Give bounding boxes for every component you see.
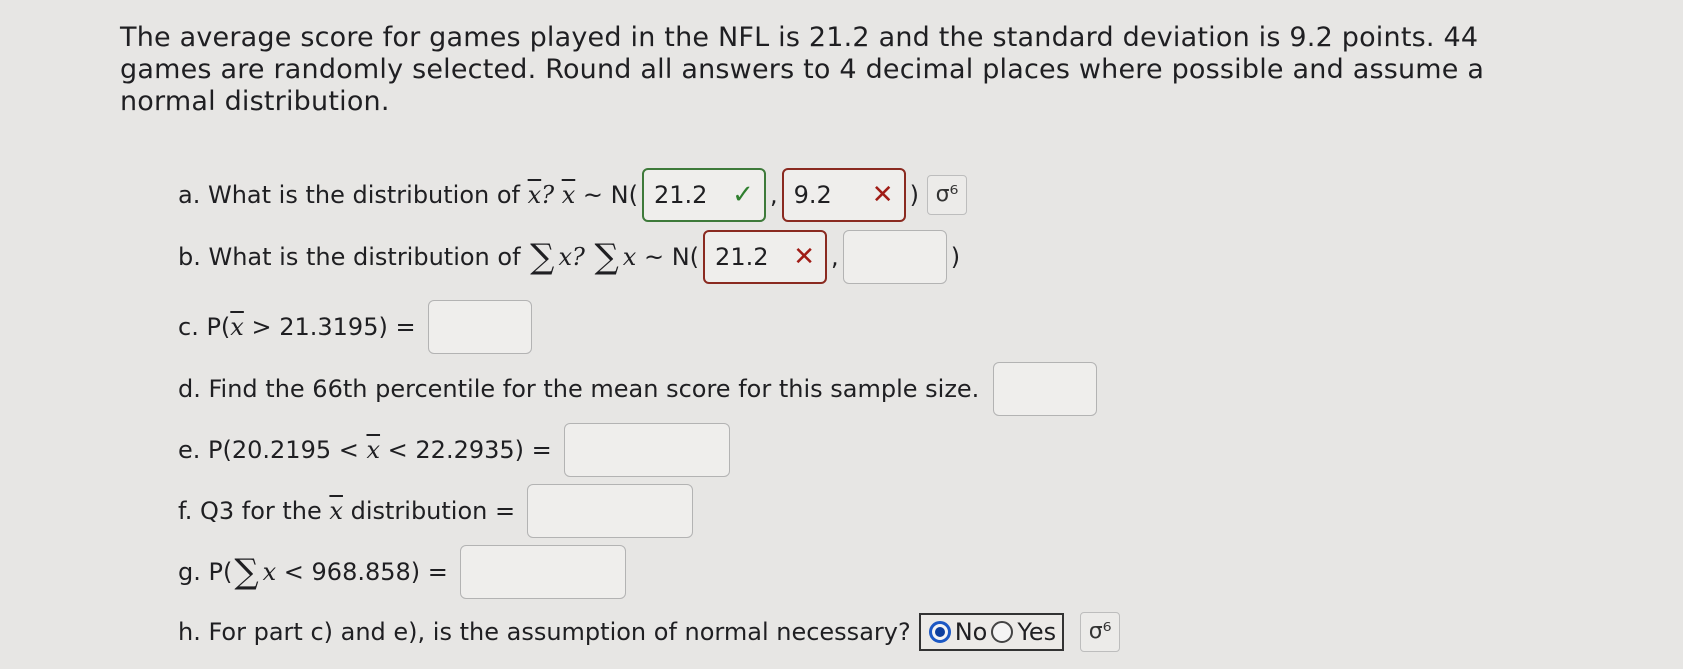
radio-yes-label[interactable]: Yes — [1017, 617, 1056, 647]
question-f: f. Q3 for the x distribution = — [178, 484, 697, 538]
a-sd-input[interactable]: 9.2 ✕ — [781, 168, 906, 222]
xbar-symbol: x — [329, 497, 343, 525]
x-symbol: x — [622, 243, 637, 271]
question-a-label: a. What is the distribution of — [178, 181, 520, 209]
cross-icon: ✕ — [793, 242, 816, 272]
question-mark: ? — [572, 243, 585, 271]
question-d-label: d. Find the 66th percentile for the mean… — [178, 375, 980, 403]
xbar-symbol: x — [527, 181, 542, 209]
a-sd-value: 9.2 — [793, 181, 832, 209]
normal-notation: ~ N( — [643, 243, 700, 271]
sigma-symbol: ∑ — [530, 237, 555, 277]
radio-yes[interactable] — [991, 621, 1014, 643]
g-answer-input[interactable] — [459, 545, 626, 599]
xbar-symbol: x — [561, 181, 576, 209]
question-a: a. What is the distribution of x ? x ~ N… — [178, 168, 967, 222]
question-f-prefix: f. Q3 for the — [178, 497, 322, 525]
grade-icon[interactable]: σ⁶ — [926, 175, 967, 215]
check-icon: ✓ — [732, 180, 754, 210]
b-mean-value: 21.2 — [715, 243, 769, 271]
question-c: c. P( x > 21.3195) = — [178, 300, 536, 354]
cross-icon: ✕ — [871, 180, 894, 210]
comma: , — [769, 181, 778, 209]
d-answer-input[interactable] — [993, 362, 1098, 416]
close-paren: ) — [950, 243, 961, 271]
a-mean-input[interactable]: 21.2 ✓ — [641, 168, 766, 222]
e-answer-input[interactable] — [563, 423, 730, 477]
question-e-prefix: e. P(20.2195 < — [178, 436, 359, 464]
question-d: d. Find the 66th percentile for the mean… — [178, 362, 1101, 416]
f-answer-input[interactable] — [527, 484, 694, 538]
close-paren: ) — [909, 181, 919, 209]
question-f-rest: distribution = — [350, 497, 516, 525]
b-mean-input[interactable]: 21.2 ✕ — [703, 230, 828, 284]
xbar-symbol: x — [230, 313, 244, 341]
question-g-prefix: g. P( — [178, 558, 233, 586]
question-e-rest: < 22.2935) = — [387, 436, 552, 464]
question-mark: ? — [541, 181, 555, 209]
radio-no[interactable] — [928, 621, 951, 643]
c-answer-input[interactable] — [427, 300, 532, 354]
comma: , — [831, 243, 839, 271]
question-g: g. P( ∑ x < 968.858) = — [178, 545, 630, 599]
normal-assumption-radio-group: No Yes — [918, 613, 1065, 651]
question-e: e. P(20.2195 < x < 22.2935) = — [178, 423, 734, 477]
radio-no-label[interactable]: No — [955, 617, 988, 647]
b-sd-input[interactable] — [842, 230, 947, 284]
question-b-label: b. What is the distribution of — [178, 243, 521, 271]
question-g-rest: < 968.858) = — [283, 558, 448, 586]
question-h: h. For part c) and e), is the assumption… — [178, 612, 1121, 652]
grade-icon[interactable]: σ⁶ — [1080, 612, 1121, 652]
xbar-symbol: x — [366, 436, 381, 464]
sigma-symbol: ∑ — [234, 552, 259, 592]
normal-notation: ~ N( — [582, 181, 638, 209]
question-h-label: h. For part c) and e), is the assumption… — [178, 618, 911, 646]
problem-statement: The average score for games played in th… — [120, 22, 1485, 117]
x-symbol: x — [558, 243, 572, 271]
a-mean-value: 21.2 — [653, 181, 708, 209]
question-b: b. What is the distribution of ∑ x ? ∑ x… — [178, 230, 960, 284]
sigma-symbol: ∑ — [594, 237, 619, 277]
question-c-prefix: c. P( — [178, 313, 231, 341]
question-c-rest: > 21.3195) = — [251, 313, 416, 341]
x-symbol: x — [262, 558, 277, 586]
